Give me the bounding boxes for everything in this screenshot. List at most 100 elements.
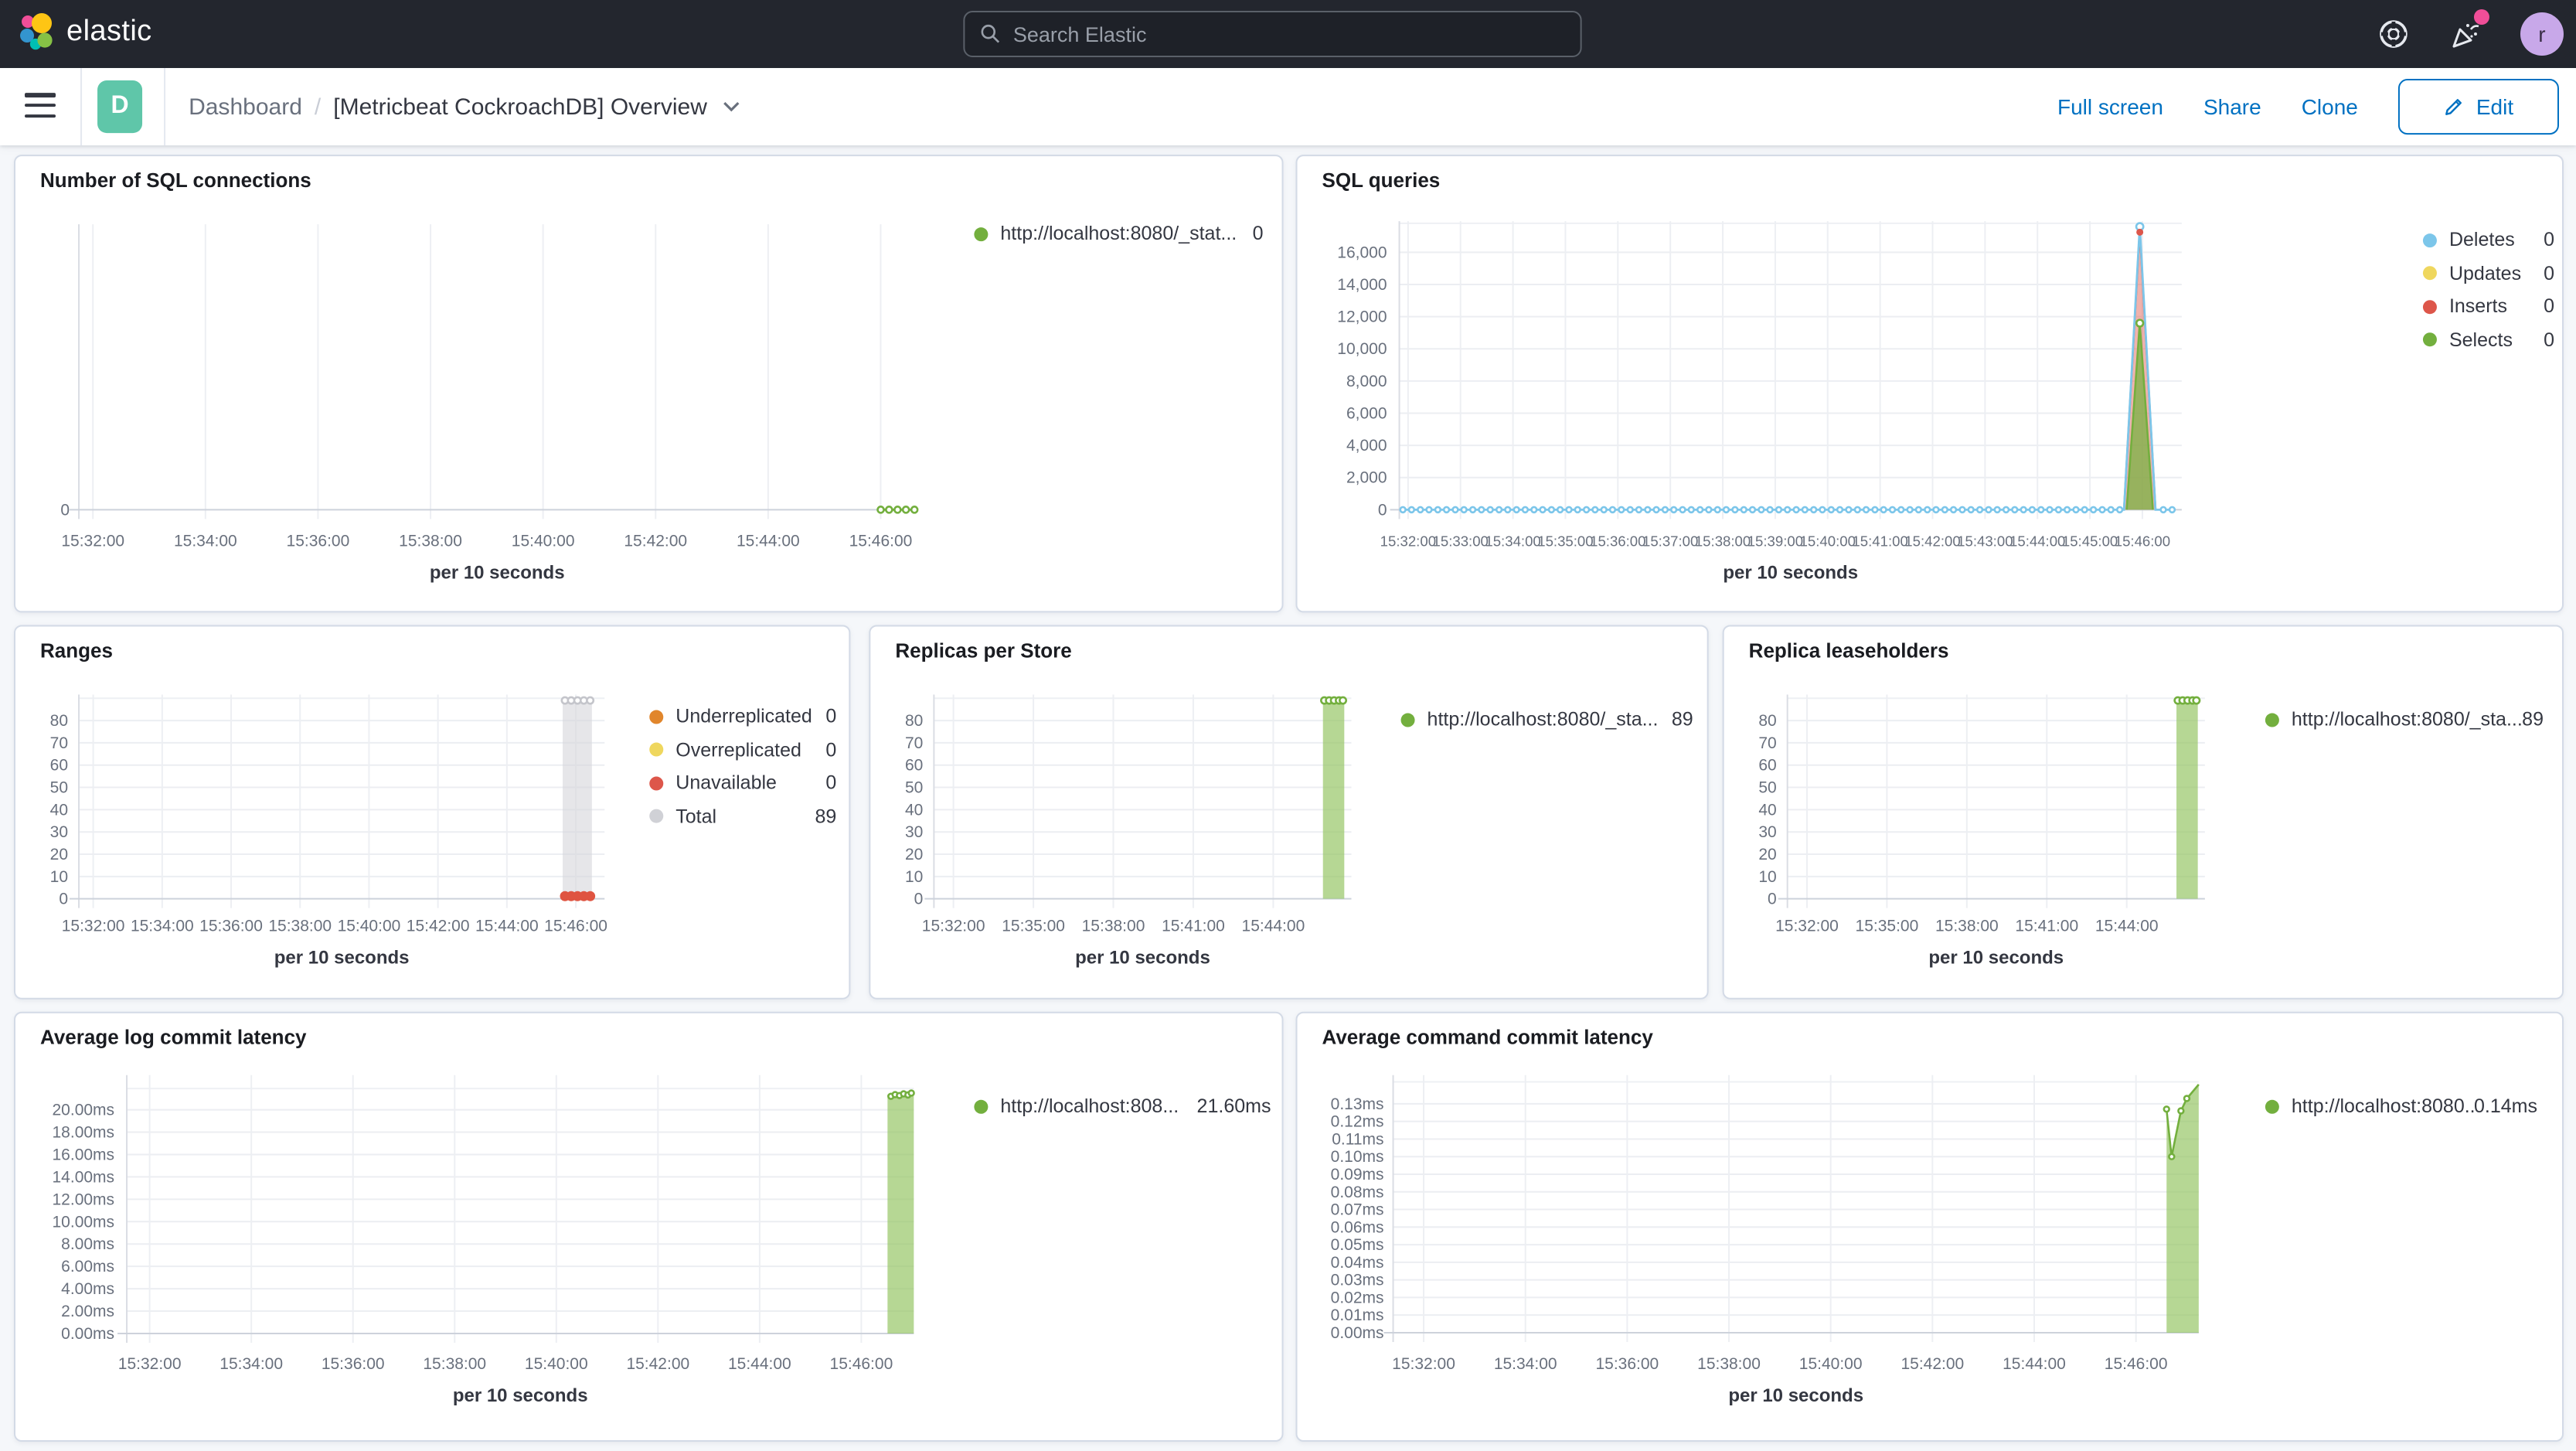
pencil-icon (2445, 99, 2462, 115)
legend-series-label: Total (675, 805, 717, 827)
svg-text:15:39:00: 15:39:00 (1747, 533, 1803, 549)
svg-text:16,000: 16,000 (1337, 244, 1387, 261)
legend-series-value: 0 (825, 771, 837, 794)
panel-average-log-commit-latency: Average log commit latency 0.00ms 2.00ms 4.… (14, 1011, 1284, 1442)
legend-item-inserts[interactable]: Inserts 0 (2422, 291, 2554, 322)
user-avatar[interactable]: r (2520, 12, 2564, 56)
svg-text:12.00ms: 12.00ms (53, 1190, 115, 1208)
svg-text:40: 40 (905, 801, 923, 819)
svg-text:2,000: 2,000 (1346, 469, 1387, 487)
clone-button[interactable]: Clone (2302, 94, 2358, 119)
newsfeed-button[interactable] (2449, 9, 2489, 49)
svg-text:15:41:00: 15:41:00 (1162, 918, 1225, 935)
breadcrumb-dashboard-link[interactable]: Dashboard (189, 94, 302, 120)
dashboard-app-badge[interactable]: D (97, 80, 143, 134)
svg-text:15:42:00: 15:42:00 (626, 1355, 689, 1373)
global-search[interactable] (963, 11, 1582, 58)
legend-series-label: Inserts (2448, 295, 2508, 318)
legend-series-value: 0 (825, 738, 837, 761)
share-button[interactable]: Share (2203, 94, 2261, 119)
legend-series-dot (2422, 266, 2437, 281)
svg-text:0.02ms: 0.02ms (1331, 1289, 1384, 1306)
svg-text:15:40:00: 15:40:00 (525, 1355, 588, 1373)
legend-item-updates[interactable]: Updates 0 (2422, 257, 2554, 288)
legend-series-label: http://localhost:8080/_sta... (1427, 708, 1659, 731)
svg-text:0.12ms: 0.12ms (1331, 1113, 1384, 1131)
svg-text:15:44:00: 15:44:00 (475, 918, 539, 935)
svg-text:15:34:00: 15:34:00 (131, 918, 194, 935)
legend-series-value: 0 (2544, 262, 2554, 284)
elastic-logo[interactable]: elastic (19, 12, 152, 51)
panel-replica-leaseholders: Replica leaseholders 0 10 20 30 40 50 60 70 80 15:… (1722, 625, 2564, 1000)
svg-text:20: 20 (50, 846, 68, 863)
legend-item-selects[interactable]: Selects 0 (2422, 324, 2554, 355)
edit-button[interactable]: Edit (2397, 79, 2559, 135)
svg-text:15:35:00: 15:35:00 (1856, 918, 1919, 935)
svg-text:12,000: 12,000 (1337, 308, 1387, 326)
replica-leaseholders-chart: 0 10 20 30 40 50 60 70 80 15:32:00 15:35:00 15:38:0… (1758, 694, 2205, 969)
legend-item-underreplicated[interactable]: Underreplicated 0 (649, 700, 836, 731)
svg-text:16.00ms: 16.00ms (53, 1146, 115, 1163)
legend-series-dot (2422, 233, 2437, 247)
svg-text:15:32:00: 15:32:00 (922, 918, 985, 935)
svg-text:15:32:00: 15:32:00 (62, 918, 125, 935)
legend-series-value: 89 (815, 805, 837, 827)
svg-text:60: 60 (905, 757, 923, 775)
svg-text:15:36:00: 15:36:00 (322, 1355, 385, 1373)
legend-item-unavailable[interactable]: Unavailable 0 (649, 768, 836, 799)
panel-average-command-commit-latency: Average command commit latency 0.00ms 0.01… (1295, 1011, 2564, 1442)
svg-text:15:32:00: 15:32:00 (1380, 533, 1436, 549)
svg-text:15:36:00: 15:36:00 (287, 532, 350, 550)
legend-series-value: 89 (1671, 708, 1693, 731)
legend-series-value: 89 (2522, 708, 2544, 731)
help-life-ring-icon (2380, 20, 2408, 48)
svg-text:6,000: 6,000 (1346, 404, 1387, 422)
help-button[interactable] (2378, 19, 2409, 49)
svg-text:0.10ms: 0.10ms (1331, 1148, 1384, 1166)
legend-series-dot (974, 1098, 989, 1113)
svg-text:30: 30 (1758, 823, 1776, 841)
legend-item-deletes[interactable]: Deletes 0 (2422, 224, 2554, 255)
svg-text:70: 70 (50, 734, 68, 752)
svg-text:15:34:00: 15:34:00 (1494, 1355, 1557, 1373)
svg-text:15:32:00: 15:32:00 (1392, 1355, 1455, 1373)
svg-text:0.07ms: 0.07ms (1331, 1201, 1384, 1219)
legend-series-label: http://localhost:8080/_stat... (1000, 223, 1237, 245)
svg-text:15:40:00: 15:40:00 (512, 532, 575, 550)
svg-text:15:35:00: 15:35:00 (1537, 533, 1593, 549)
legend-series-dot (2422, 332, 2437, 347)
svg-text:60: 60 (1758, 757, 1776, 775)
svg-text:80: 80 (50, 712, 68, 730)
edit-button-label: Edit (2476, 94, 2514, 120)
legend-series-dot (974, 227, 989, 241)
svg-text:15:41:00: 15:41:00 (1852, 533, 1907, 549)
legend-item-total[interactable]: Total 89 (649, 801, 836, 832)
kibana-dashboard-page: elastic Search Elastic r D Dashboard / [… (0, 0, 2576, 1451)
svg-text:15:46:00: 15:46:00 (2115, 533, 2170, 549)
svg-text:2.00ms: 2.00ms (61, 1303, 114, 1320)
svg-text:15:40:00: 15:40:00 (1799, 1355, 1863, 1373)
legend-series-dot (2265, 712, 2279, 727)
svg-text:0.11ms: 0.11ms (1332, 1130, 1383, 1148)
notification-badge (2473, 9, 2489, 26)
legend-series-label: Selects (2448, 329, 2513, 351)
full-screen-button[interactable]: Full screen (2057, 94, 2163, 119)
dashboard-toolbar: D Dashboard / [Metricbeat CockroachDB] O… (0, 68, 2576, 146)
elastic-logo-icon (20, 13, 53, 50)
x-axis-label: per 10 seconds (1728, 1385, 1863, 1406)
svg-text:15:32:00: 15:32:00 (61, 532, 124, 550)
menu-button[interactable] (25, 93, 56, 119)
legend-item-http-localhost-8080-sta[interactable]: http://localhost:8080/_sta... 89 (2265, 704, 2544, 735)
legend-item-http-localhost-8080-stat[interactable]: http://localhost:8080/_stat... 0 (974, 218, 1263, 249)
svg-text:15:42:00: 15:42:00 (407, 918, 470, 935)
legend-item-http-localhost-808[interactable]: http://localhost:808... 21.60ms (974, 1091, 1271, 1122)
legend-item-http-localhost-8080-sta[interactable]: http://localhost:8080/_sta... 89 (1400, 704, 1693, 735)
svg-text:50: 50 (50, 779, 68, 797)
page-title[interactable]: [Metricbeat CockroachDB] Overview (333, 94, 707, 120)
x-axis-label: per 10 seconds (1723, 562, 1858, 583)
svg-text:10,000: 10,000 (1337, 340, 1387, 358)
search-input[interactable] (1012, 22, 1565, 46)
legend-item-http-localhost-8080[interactable]: http://localhost:8080... 0.14ms (2265, 1091, 2537, 1122)
legend-item-overreplicated[interactable]: Overreplicated 0 (649, 734, 836, 765)
chevron-down-icon[interactable] (723, 100, 741, 113)
